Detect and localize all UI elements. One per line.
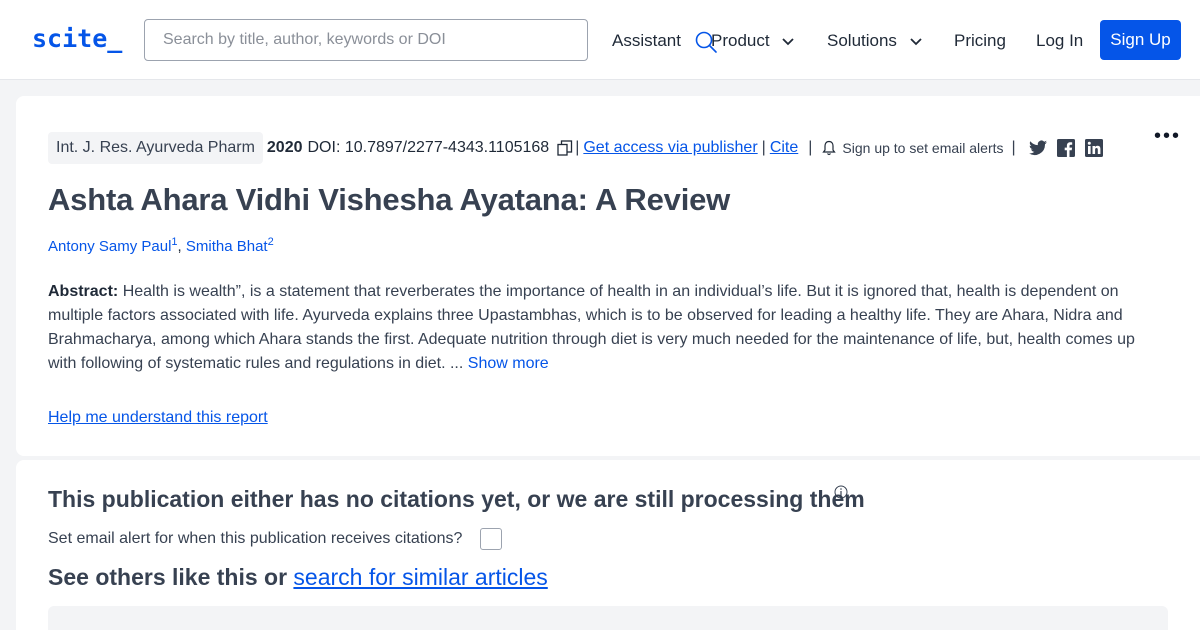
doi-text: DOI: 10.7897/2277-4343.1105168 [307, 139, 550, 156]
email-alerts-link[interactable]: Sign up to set email alerts [842, 140, 1003, 156]
author-affiliation-marker: 2 [267, 236, 274, 248]
chevron-down-icon [910, 37, 922, 45]
similar-articles-heading: See others like this or search for simil… [48, 564, 548, 591]
nav-solutions[interactable]: Solutions [827, 30, 922, 52]
linkedin-icon[interactable] [1084, 138, 1104, 158]
abstract: Abstract: Health is wealth”, is a statem… [48, 280, 1158, 376]
separator: | [1011, 139, 1016, 156]
paper-meta-row: Int. J. Res. Ayurveda Pharm 2020 DOI: 10… [48, 132, 1104, 164]
author-link[interactable]: Antony Samy Paul [48, 238, 171, 255]
journal-chip[interactable]: Int. J. Res. Ayurveda Pharm [48, 132, 263, 164]
twitter-icon[interactable] [1028, 138, 1048, 158]
paper-card: Int. J. Res. Ayurveda Pharm 2020 DOI: 10… [16, 96, 1200, 456]
nav-login[interactable]: Log In [1036, 30, 1083, 52]
abstract-text: Health is wealth”, is a statement that r… [48, 283, 1135, 372]
copy-icon[interactable] [557, 140, 573, 156]
info-icon[interactable] [834, 485, 848, 499]
scite-logo[interactable]: scite_ [32, 24, 122, 53]
email-alert-checkbox[interactable] [480, 528, 502, 550]
top-navbar: scite_ Assistant Product Solutions Prici… [0, 0, 1200, 80]
citations-section: This publication either has no citations… [16, 460, 1200, 630]
separator: | [808, 139, 813, 156]
abstract-label: Abstract: [48, 283, 119, 300]
nav-assistant[interactable]: Assistant [612, 30, 681, 52]
author-list: Antony Samy Paul1, Smitha Bhat2 [48, 236, 274, 255]
search-input[interactable] [146, 21, 536, 59]
bell-icon[interactable] [822, 140, 837, 156]
more-options-button[interactable]: ••• [1154, 126, 1181, 146]
show-more-link[interactable]: Show more [468, 355, 549, 372]
author-separator: , [177, 238, 182, 255]
paper-title: Ashta Ahara Vidhi Vishesha Ayatana: A Re… [48, 182, 731, 217]
search-similar-link[interactable]: search for similar articles [293, 564, 547, 590]
publication-year: 2020 [266, 139, 303, 156]
cite-link[interactable]: Cite [770, 139, 798, 157]
help-understand-link[interactable]: Help me understand this report [48, 409, 268, 427]
search-box [144, 19, 717, 61]
signup-button[interactable]: Sign Up [1100, 20, 1181, 60]
separator: | [761, 139, 766, 156]
nav-pricing[interactable]: Pricing [954, 30, 1006, 52]
author-link[interactable]: Smitha Bhat [186, 238, 268, 255]
email-alert-question: Set email alert for when this publicatio… [48, 530, 463, 547]
citations-heading: This publication either has no citations… [48, 486, 865, 512]
nav-solutions-label: Solutions [827, 31, 897, 50]
chevron-down-icon [782, 37, 794, 45]
get-access-link[interactable]: Get access via publisher [583, 139, 757, 157]
separator: | [575, 139, 580, 156]
nav-product[interactable]: Product [711, 30, 794, 52]
facebook-icon[interactable] [1056, 138, 1076, 158]
nav-product-label: Product [711, 31, 770, 50]
similar-articles-prefix: See others like this or [48, 564, 288, 590]
similar-articles-panel [48, 606, 1168, 630]
